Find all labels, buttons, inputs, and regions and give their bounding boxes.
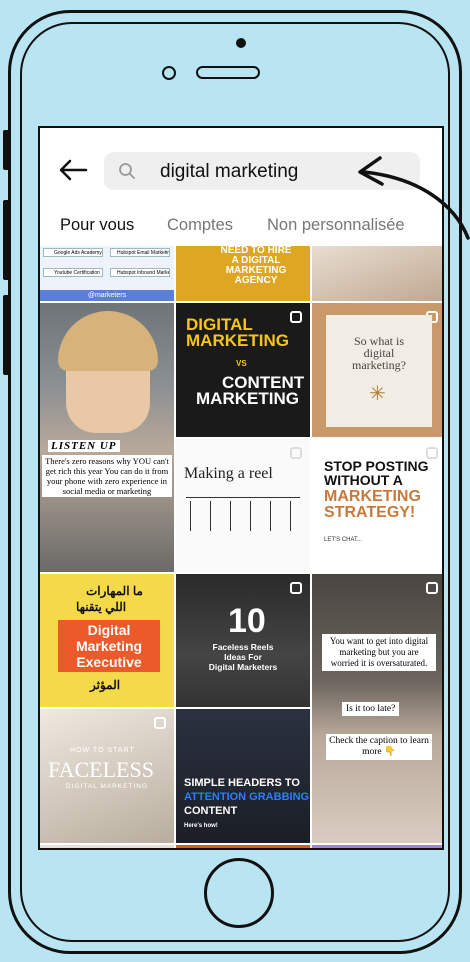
post-digital-vs-content[interactable]: DIGITAL MARKETING VS CONTENT MARKETING xyxy=(176,303,310,437)
post-arabic-digital-marketing[interactable]: ما المهارات اللي يتقنها Digital Marketing… xyxy=(40,574,174,707)
phone-volume-up xyxy=(3,200,11,280)
starburst-icon: ✳ xyxy=(369,383,386,405)
brand-label: @marketers xyxy=(40,290,174,301)
search-query: digital marketing xyxy=(160,161,299,182)
post-title: STRATEGY! xyxy=(324,504,416,521)
post-title: WITHOUT A xyxy=(324,472,403,488)
camera-dot xyxy=(236,38,246,48)
post-title: FACELESS xyxy=(48,757,154,782)
carousel-icon xyxy=(154,717,166,729)
post-title: STOP POSTING xyxy=(324,458,429,474)
carousel-icon xyxy=(290,311,302,323)
post-subtitle: Here's how! xyxy=(184,823,218,829)
caption-cta: Check the caption to learn more 👇 xyxy=(326,734,432,760)
timeline-line xyxy=(186,497,300,498)
back-arrow-icon[interactable] xyxy=(58,158,88,182)
post-making-a-reel[interactable]: Making a reel xyxy=(176,439,310,572)
post-faceless-reels[interactable]: 10 Faceless Reels Ideas For Digital Market… xyxy=(176,574,310,707)
explore-grid: Google Ads Academy Hubspot Email Marketi… xyxy=(40,246,442,848)
card: So what is digital marketing? ✳ xyxy=(326,315,432,427)
cert-row: Youtube Certification xyxy=(43,268,103,277)
post-number: 10 xyxy=(228,602,266,640)
phone-volume-down xyxy=(3,295,11,375)
person-hair xyxy=(58,311,158,371)
cert-row: Hubspot Email Marketing xyxy=(110,248,170,257)
post-title: SIMPLE HEADERS TO xyxy=(184,777,300,789)
arabic-text: المؤثر xyxy=(90,678,121,692)
post-partial[interactable] xyxy=(312,845,442,848)
vs-label: VS xyxy=(236,359,247,368)
post-how-to-start-faceless[interactable]: HOW TO START FACELESS DIGITAL MARKETING xyxy=(40,709,174,843)
arabic-text: ما المهارات xyxy=(86,584,143,598)
caption-body: You want to get into digital marketing b… xyxy=(322,634,436,671)
post-subtitle: DIGITAL MARKETING xyxy=(66,783,149,790)
timeline-ticks xyxy=(190,501,300,531)
post-subtitle: LET'S CHAT... xyxy=(324,537,363,543)
post-subtitle: HOW TO START xyxy=(70,747,135,754)
post-partial[interactable] xyxy=(176,845,310,848)
tab-comptes[interactable]: Comptes xyxy=(167,216,233,235)
cert-row: Google Ads Academy xyxy=(43,248,103,257)
front-camera-icon xyxy=(162,66,176,80)
post-title: Digital Marketing Executive xyxy=(58,620,160,672)
caption-question: Is it too late? xyxy=(342,702,400,716)
post-hire-agency[interactable]: NEED TO HIRE A DIGITAL MARKETING AGENCY xyxy=(176,246,310,301)
carousel-icon xyxy=(290,447,302,459)
post-title: MARKETING xyxy=(324,488,421,505)
post-oversaturated-video[interactable]: You want to get into digital marketing b… xyxy=(312,574,442,843)
cert-row: Hubspot Inbound Marketing xyxy=(110,268,170,277)
phone-mute-switch xyxy=(3,130,11,170)
post-text: So what is digital marketing? xyxy=(352,334,406,372)
post-title: Faceless Reels Ideas For Digital Marketers xyxy=(208,642,278,672)
home-button[interactable] xyxy=(204,858,274,928)
canvas: digital marketing Pour vous Comptes Non … xyxy=(0,0,470,962)
caption-heading: LISTEN UP xyxy=(48,440,120,452)
tab-pour-vous[interactable]: Pour vous xyxy=(60,216,134,235)
caption-body: There's zero reasons why YOU can't get r… xyxy=(42,455,172,497)
post-lifestyle-photo[interactable] xyxy=(312,246,442,301)
speaker-grille xyxy=(196,66,260,79)
status-bar xyxy=(40,128,442,142)
post-certifications[interactable]: Google Ads Academy Hubspot Email Marketi… xyxy=(40,246,174,301)
post-simple-headers[interactable]: SIMPLE HEADERS TO ATTENTION GRABBING CON… xyxy=(176,709,310,843)
post-stop-posting[interactable]: STOP POSTING WITHOUT A MARKETING STRATEG… xyxy=(312,439,442,572)
post-listen-up-video[interactable]: LISTEN UP There's zero reasons why YOU c… xyxy=(40,303,174,572)
arabic-text: اللي يتقنها xyxy=(76,600,127,614)
post-title: MARKETING xyxy=(186,331,289,350)
carousel-icon xyxy=(290,582,302,594)
pointer-arrow-icon xyxy=(358,156,470,240)
post-title: CONTENT xyxy=(184,805,238,817)
post-title: MARKETING xyxy=(196,389,299,408)
post-text: NEED TO HIRE A DIGITAL MARKETING AGENCY xyxy=(220,246,292,286)
post-title: ATTENTION GRABBING xyxy=(184,791,310,803)
carousel-icon xyxy=(426,582,438,594)
post-partial[interactable] xyxy=(40,845,174,848)
search-icon xyxy=(118,162,136,180)
post-title: Making a reel xyxy=(184,465,273,482)
post-what-is-digital-marketing[interactable]: So what is digital marketing? ✳ xyxy=(312,303,442,437)
